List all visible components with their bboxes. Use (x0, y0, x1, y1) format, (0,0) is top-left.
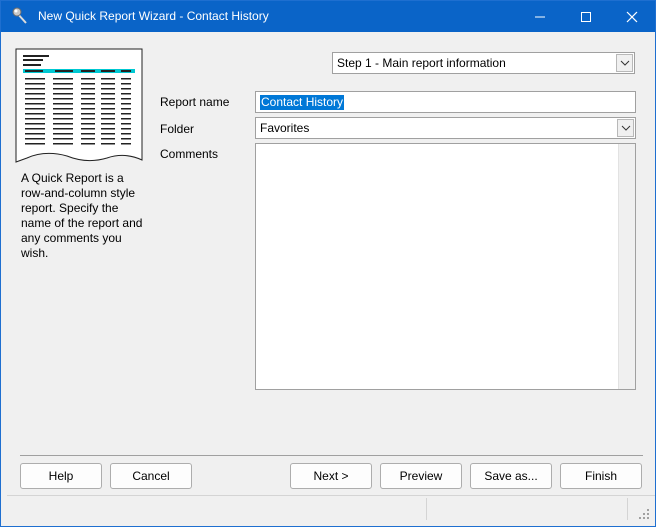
wizard-description: A Quick Report is a row-and-column style… (21, 171, 143, 260)
finish-button[interactable]: Finish (560, 463, 642, 489)
report-preview-icon (15, 48, 143, 165)
minimize-icon (535, 16, 545, 18)
step-dropdown-value: Step 1 - Main report information (337, 56, 506, 70)
chevron-down-icon (621, 125, 631, 131)
next-button[interactable]: Next > (290, 463, 372, 489)
wizard-window: New Quick Report Wizard - Contact Histor… (0, 0, 656, 527)
folder-dropdown-value: Favorites (260, 121, 310, 135)
step-dropdown-button[interactable] (616, 54, 633, 72)
minimize-button[interactable] (517, 1, 563, 32)
wizard-body: A Quick Report is a row-and-column style… (1, 32, 655, 526)
cancel-button[interactable]: Cancel (110, 463, 192, 489)
report-name-value: Contact History (260, 95, 345, 110)
title-bar[interactable]: New Quick Report Wizard - Contact Histor… (1, 1, 655, 32)
comments-scrollbar[interactable] (618, 144, 635, 389)
wizard-wand-icon (11, 6, 31, 26)
comments-label: Comments (160, 147, 219, 161)
chevron-down-icon (620, 60, 630, 66)
status-divider (627, 498, 628, 520)
folder-dropdown-button[interactable] (617, 119, 634, 137)
maximize-icon (581, 12, 591, 22)
close-icon (626, 11, 638, 23)
folder-dropdown[interactable]: Favorites (255, 117, 636, 139)
close-button[interactable] (609, 1, 655, 32)
help-button[interactable]: Help (20, 463, 102, 489)
comments-textarea[interactable] (255, 143, 636, 390)
preview-button[interactable]: Preview (380, 463, 462, 489)
resize-grip-icon[interactable] (639, 508, 649, 519)
maximize-button[interactable] (563, 1, 609, 32)
status-divider (426, 498, 427, 520)
folder-label: Folder (160, 122, 195, 136)
status-bar (7, 495, 655, 522)
report-name-label: Report name (160, 95, 230, 109)
save-as-button[interactable]: Save as... (470, 463, 552, 489)
report-name-input[interactable]: Contact History (255, 91, 636, 113)
button-separator (20, 455, 643, 456)
window-title: New Quick Report Wizard - Contact Histor… (38, 9, 269, 23)
step-dropdown[interactable]: Step 1 - Main report information (332, 52, 635, 74)
